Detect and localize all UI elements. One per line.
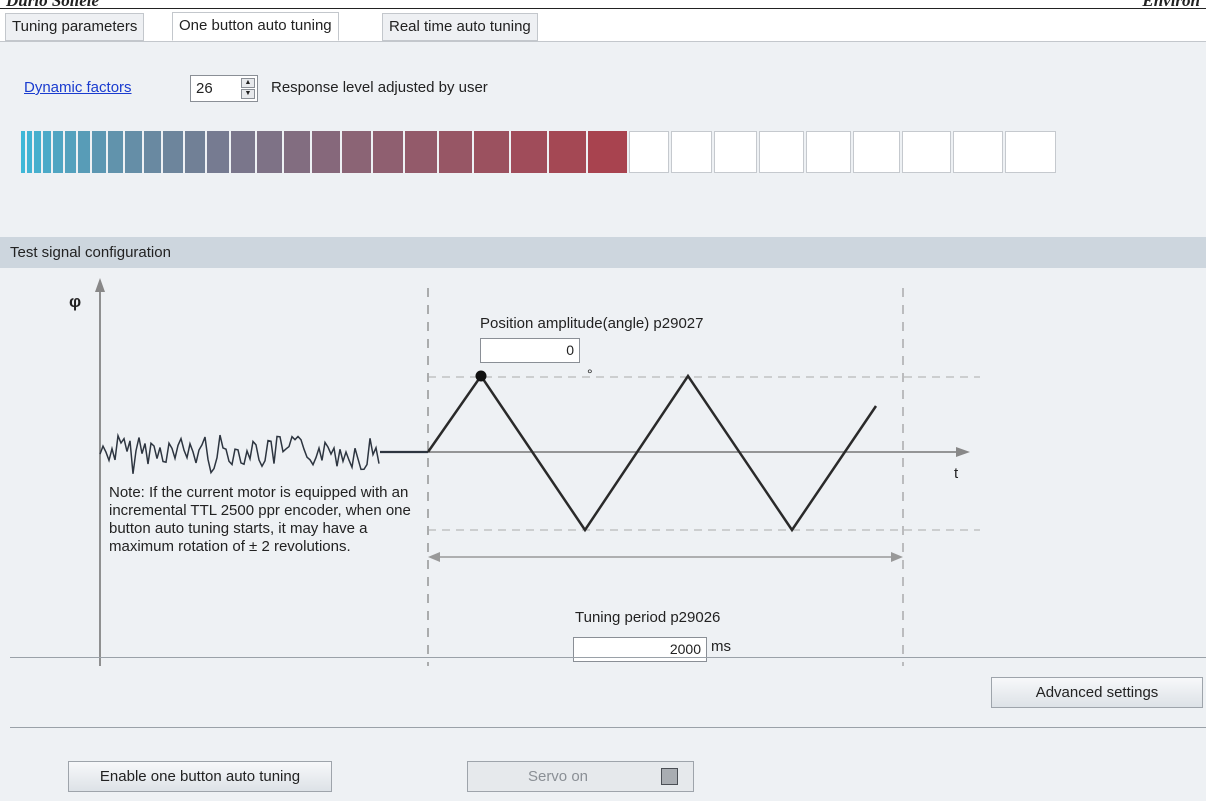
response-level-segment [312,131,340,173]
enable-auto-tuning-button[interactable]: Enable one button auto tuning [68,761,332,792]
position-amplitude-input[interactable]: 0 [480,338,580,363]
response-level-segment [805,131,852,173]
response-level-segment [1004,131,1057,173]
tab-one-button-auto-tuning[interactable]: One button auto tuning [172,12,339,41]
noise-signal [99,432,380,475]
response-level-bar [21,131,1061,173]
test-signal-section-title: Test signal configuration [0,237,1206,268]
response-level-segment [143,131,162,173]
tab-strip: Tuning parameters One button auto tuning… [0,10,1206,41]
triangle-wave [426,373,878,533]
response-level-segment [21,131,25,173]
x-axis-arrow-icon [956,447,970,457]
response-level-segment [34,131,42,173]
one-button-tuning-panel: Dynamic factors 26 ▲ ▼ Response level ad… [0,41,1206,801]
y-axis-arrow-icon [95,278,105,292]
response-level-segment [27,131,33,173]
response-level-segment [670,131,713,173]
advanced-settings-button[interactable]: Advanced settings [991,677,1203,708]
peak-marker [475,370,487,382]
response-level-segment [714,131,758,173]
response-level-segment [163,131,183,173]
tab-real-time-auto-tuning[interactable]: Real time auto tuning [382,13,538,41]
response-level-segment [405,131,437,173]
period-unit: ms [711,638,731,655]
response-level-label: Response level adjusted by user [271,79,488,96]
response-level-segment [510,131,547,173]
response-level-segment [438,131,473,173]
header-rule [0,8,1206,9]
response-level-segment [64,131,76,173]
period-right-arrow-icon [891,552,903,562]
response-level-segment [283,131,311,173]
response-level-value[interactable]: 26 [196,80,213,97]
response-level-segment [92,131,106,173]
response-level-segment [256,131,282,173]
response-level-segment [548,131,586,173]
x-axis-label: t [954,465,959,482]
response-level-segment [43,131,52,173]
spin-up-icon[interactable]: ▲ [241,78,255,88]
tuning-period-input[interactable]: 2000 [573,637,707,662]
response-level-spinner[interactable]: 26 ▲ ▼ [190,75,258,102]
response-level-segment [341,131,371,173]
response-level-segment [628,131,669,173]
response-level-segment [107,131,124,173]
period-left-arrow-icon [428,552,440,562]
divider-bottom [10,727,1206,728]
response-level-segment [588,131,627,173]
response-level-segment [184,131,206,173]
spin-down-icon[interactable]: ▼ [241,89,255,99]
response-level-segment [853,131,901,173]
period-label: Tuning period p29026 [575,609,720,626]
servo-on-label: Servo on [527,768,589,785]
test-signal-svg: φ t Position amplitude(angle) p29027 ° T… [69,278,980,666]
tab-tuning-parameters[interactable]: Tuning parameters [5,13,145,41]
response-level-segment [372,131,404,173]
note-text: Note: If the current motor is equipped w… [109,484,411,555]
response-level-segment [759,131,804,173]
dynamic-factors-link[interactable]: Dynamic factors [24,79,132,96]
response-level-segment [902,131,951,173]
servo-on-button[interactable]: Servo on [467,761,694,792]
response-level-segment [77,131,91,173]
response-level-segment [952,131,1003,173]
test-signal-diagram: φ t Position amplitude(angle) p29027 ° T… [0,268,1206,688]
servo-status-icon [661,768,678,785]
response-level-segment [474,131,509,173]
response-level-segment [231,131,255,173]
response-level-segment [53,131,63,173]
response-level-segment [125,131,142,173]
amplitude-label: Position amplitude(angle) p29027 [480,315,703,332]
amplitude-unit: ° [587,366,593,382]
response-level-segment [207,131,230,173]
divider-top [10,657,1206,658]
y-axis-label: φ [69,292,81,311]
